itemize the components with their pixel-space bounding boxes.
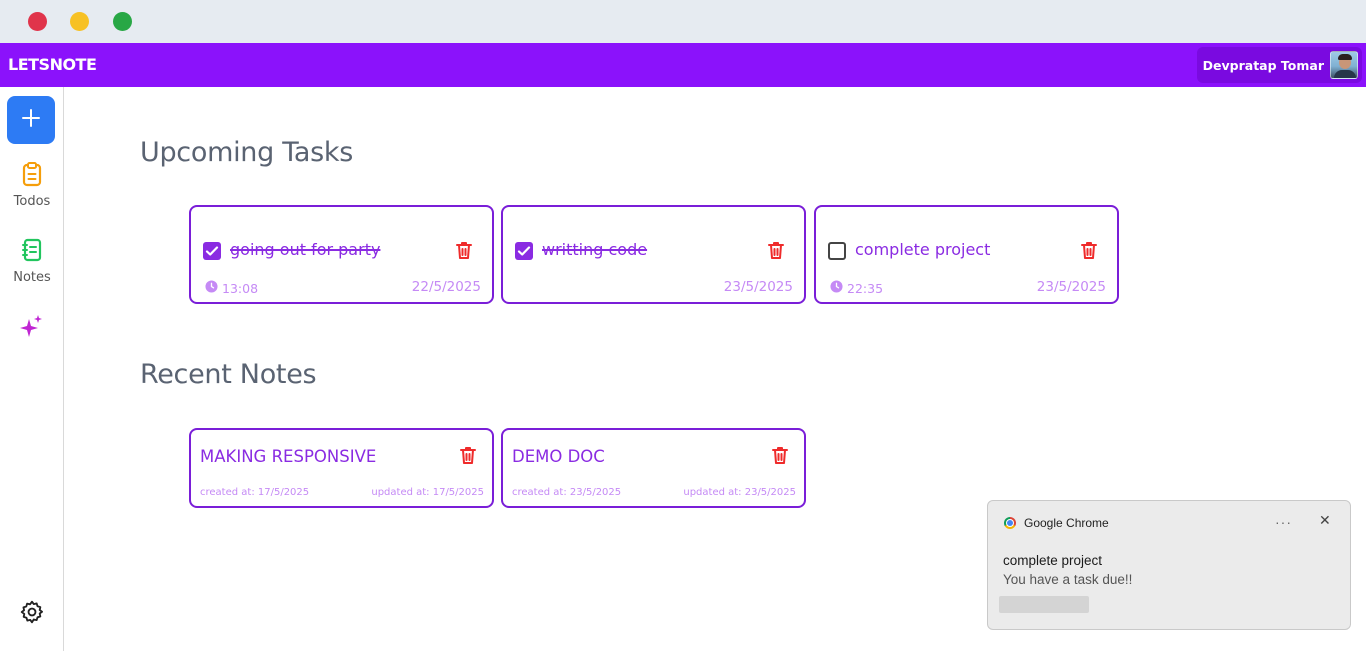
add-button[interactable] xyxy=(7,96,55,144)
delete-icon[interactable] xyxy=(766,240,786,266)
sidebar-item-label: Notes xyxy=(13,270,51,285)
task-text: going out for party xyxy=(230,240,381,259)
note-card[interactable]: DEMO DOC created at: 23/5/2025 updated a… xyxy=(501,428,806,508)
note-created-date: created at: 23/5/2025 xyxy=(512,487,622,498)
note-card[interactable]: MAKING RESPONSIVE created at: 17/5/2025 … xyxy=(189,428,494,508)
sidebar-item-label: Todos xyxy=(13,194,51,209)
note-title: DEMO DOC xyxy=(512,447,605,466)
avatar xyxy=(1330,51,1358,79)
note-updated-date: updated at: 23/5/2025 xyxy=(683,487,796,498)
notification-app: Google Chrome xyxy=(1004,516,1109,530)
delete-icon[interactable] xyxy=(1079,240,1099,266)
notification-title: complete project xyxy=(1003,553,1103,568)
sidebar-item-ai[interactable] xyxy=(0,314,64,345)
upcoming-tasks-heading: Upcoming Tasks xyxy=(140,137,354,168)
clock-icon xyxy=(205,280,218,296)
app-header: LETSNOTE Devpratap Tomar xyxy=(0,43,1366,87)
task-time-value: 22:35 xyxy=(847,280,884,296)
notebook-icon xyxy=(21,238,43,267)
task-date: 23/5/2025 xyxy=(1036,279,1106,295)
notification-toast[interactable]: Google Chrome ··· ✕ complete project You… xyxy=(987,500,1351,630)
gear-icon xyxy=(19,600,45,629)
task-text: complete project xyxy=(855,240,991,259)
note-created-date: created at: 17/5/2025 xyxy=(200,487,310,498)
task-text: writting code xyxy=(542,240,648,259)
task-time: 13:08 xyxy=(205,280,258,296)
plus-icon xyxy=(20,107,42,134)
delete-icon[interactable] xyxy=(770,445,790,471)
notification-body: You have a task due!! xyxy=(1003,572,1133,587)
user-menu-button[interactable]: Devpratap Tomar xyxy=(1196,47,1362,83)
more-options-button[interactable]: ··· xyxy=(1275,514,1292,530)
close-window-button[interactable] xyxy=(28,12,47,31)
recent-notes-heading: Recent Notes xyxy=(140,359,317,390)
close-icon[interactable]: ✕ xyxy=(1319,513,1331,529)
notification-placeholder-bar xyxy=(999,596,1089,613)
task-checkbox[interactable] xyxy=(515,242,533,260)
sidebar: Todos Notes xyxy=(0,87,64,651)
delete-icon[interactable] xyxy=(454,240,474,266)
task-date: 23/5/2025 xyxy=(723,279,793,295)
user-name: Devpratap Tomar xyxy=(1202,57,1324,73)
sidebar-item-todos[interactable]: Todos xyxy=(0,161,64,209)
task-checkbox[interactable] xyxy=(203,242,221,260)
task-checkbox[interactable] xyxy=(828,242,846,260)
task-card[interactable]: complete project 22:35 23/5/2025 xyxy=(814,205,1119,304)
task-card[interactable]: writting code 23/5/2025 xyxy=(501,205,806,304)
task-card[interactable]: going out for party 13:08 22/5/2025 xyxy=(189,205,494,304)
notification-app-name: Google Chrome xyxy=(1024,516,1109,530)
chrome-icon xyxy=(1004,517,1016,529)
sparkles-icon xyxy=(19,315,45,344)
task-time-value: 13:08 xyxy=(222,280,259,296)
note-title: MAKING RESPONSIVE xyxy=(200,447,377,466)
minimize-window-button[interactable] xyxy=(70,12,89,31)
maximize-window-button[interactable] xyxy=(113,12,132,31)
brand-logo[interactable]: LETSNOTE xyxy=(8,55,97,74)
delete-icon[interactable] xyxy=(458,445,478,471)
task-date: 22/5/2025 xyxy=(411,279,481,295)
note-updated-date: updated at: 17/5/2025 xyxy=(371,487,484,498)
clock-icon xyxy=(830,280,843,296)
browser-titlebar xyxy=(0,0,1366,43)
clipboard-icon xyxy=(21,162,43,191)
settings-button[interactable] xyxy=(0,599,64,630)
task-time: 22:35 xyxy=(830,280,883,296)
sidebar-item-notes[interactable]: Notes xyxy=(0,237,64,285)
